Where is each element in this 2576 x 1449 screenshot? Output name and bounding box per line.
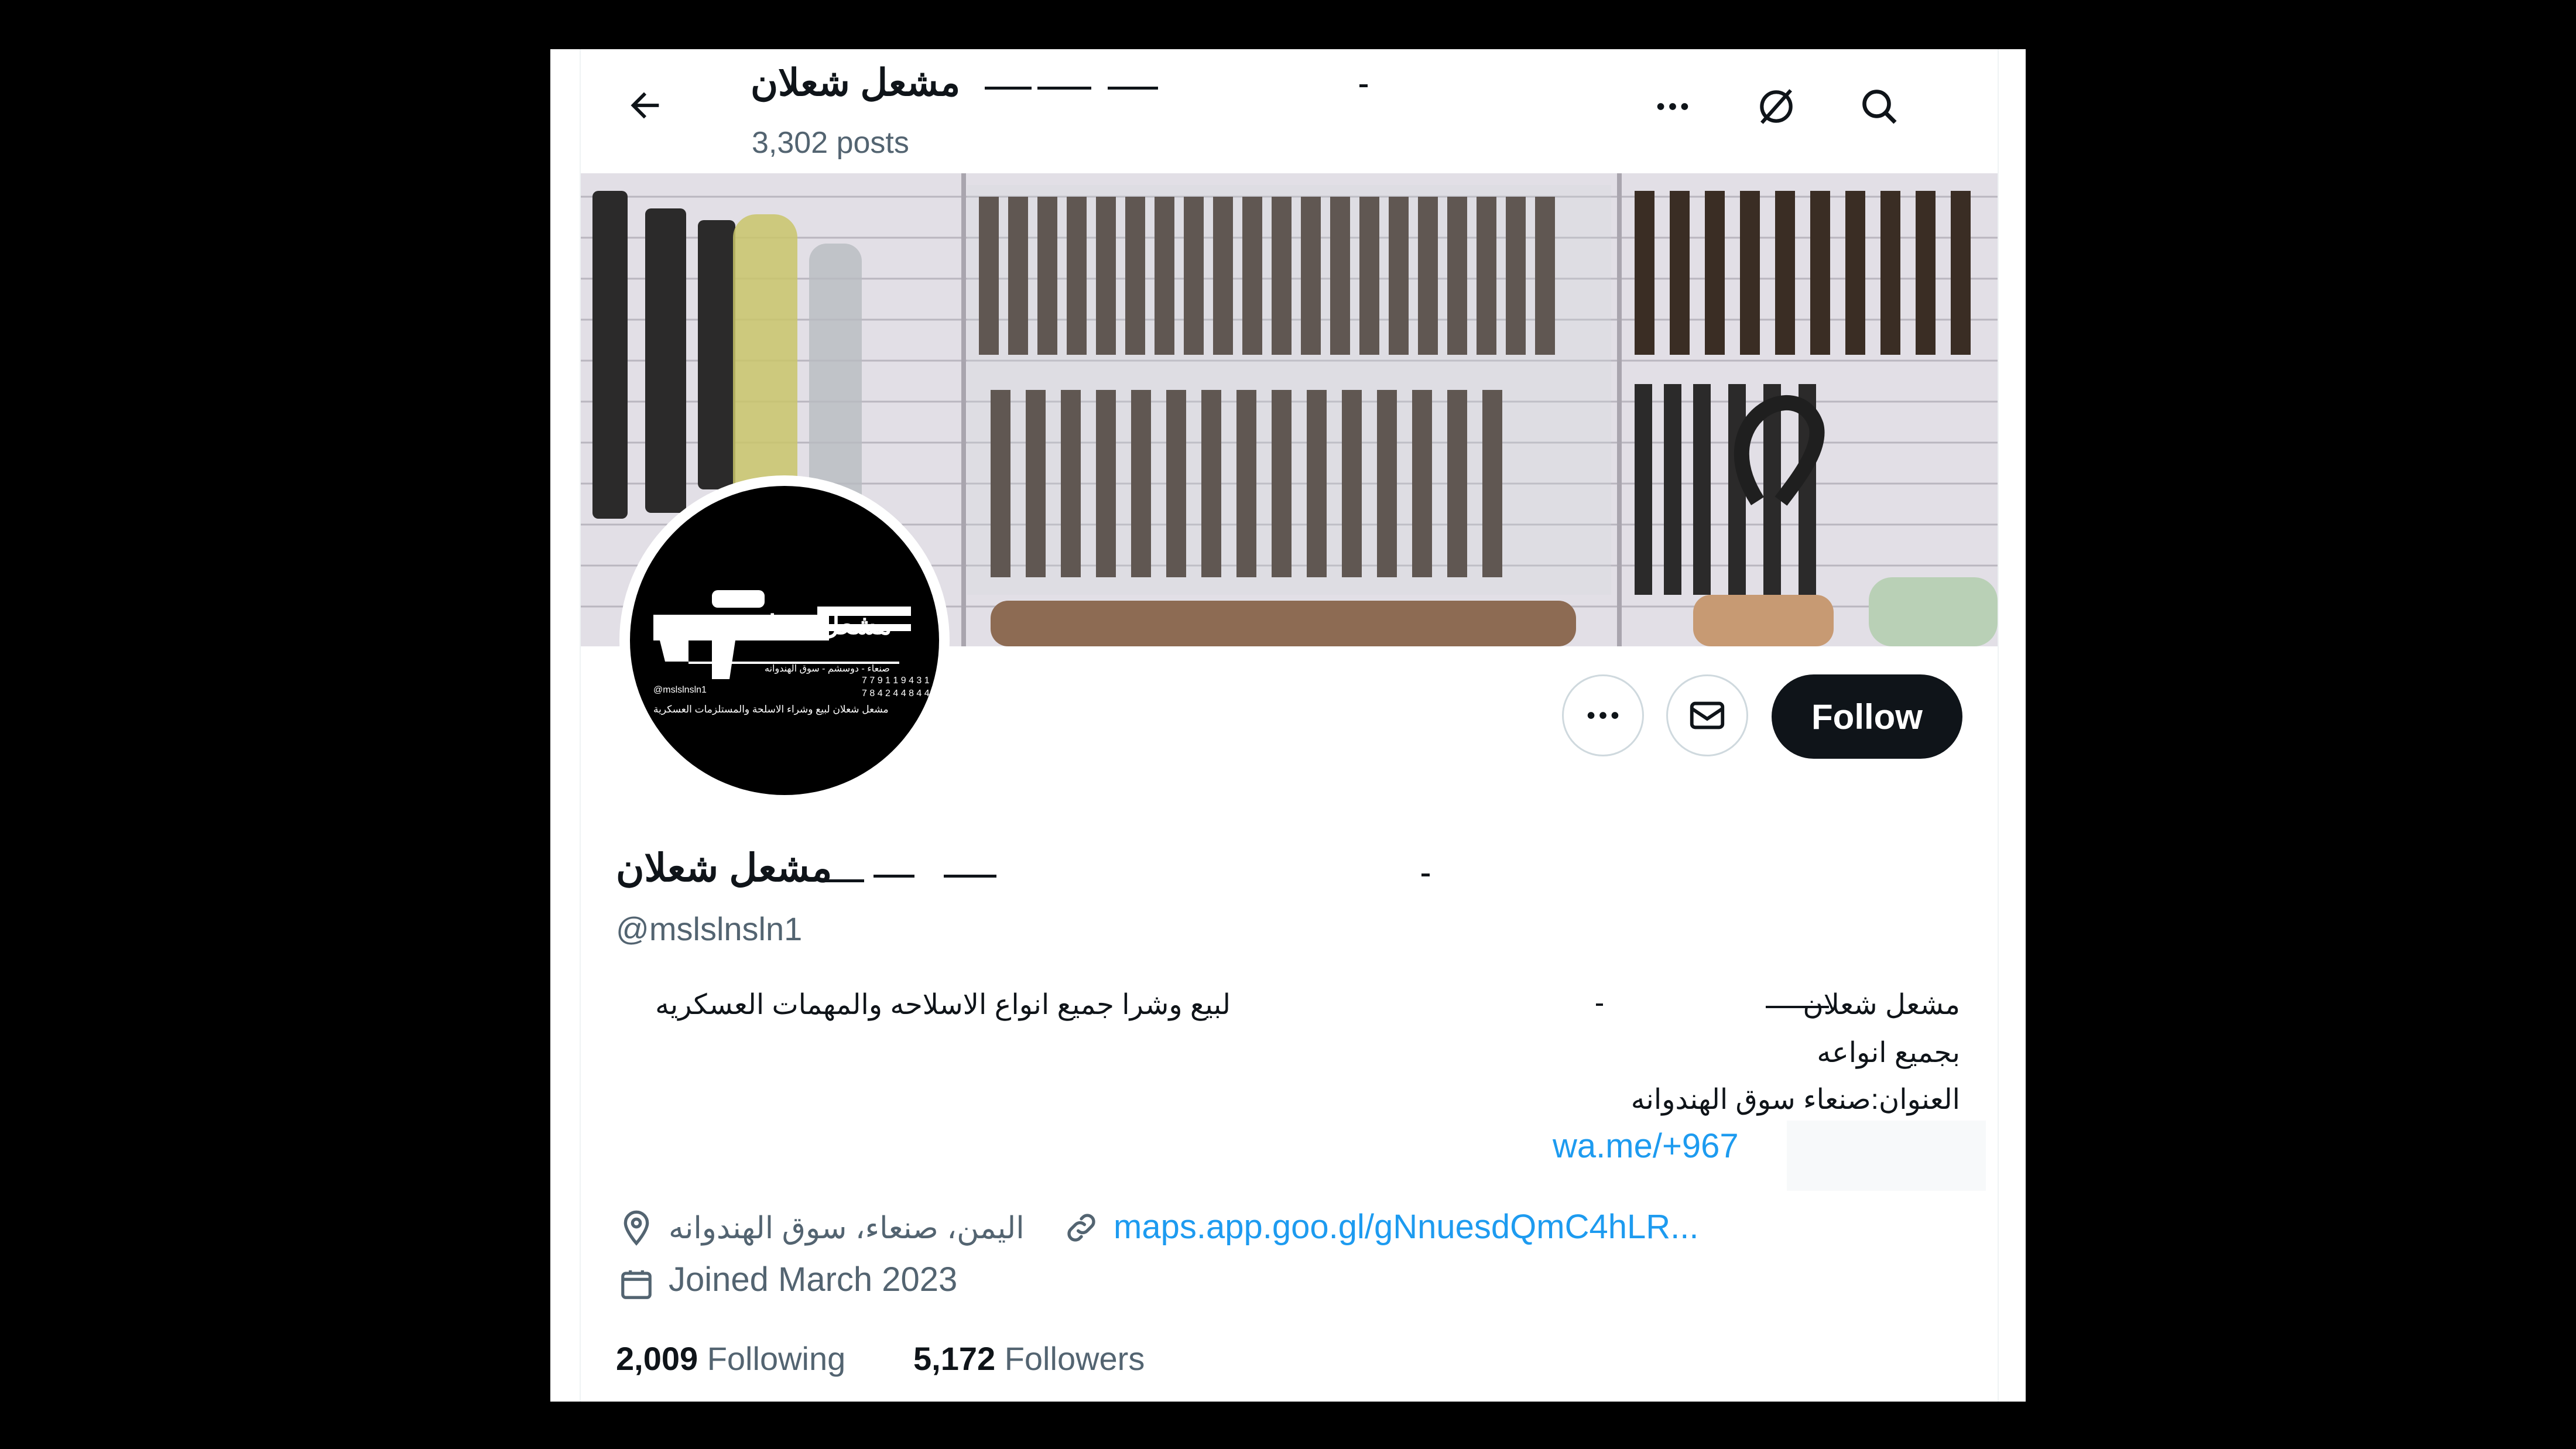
bio-line-3: بجميع انواعه <box>1817 1037 1960 1068</box>
grok-button[interactable] <box>1747 77 1806 136</box>
logo-tagline: مشعل شعلان لبيع وشراء الاسلحة والمستلزما… <box>653 704 889 715</box>
name-decoration <box>1037 87 1091 90</box>
more-options-button[interactable] <box>1643 77 1702 136</box>
display-name-text: مشعل شعلان <box>616 846 833 889</box>
profile-location: اليمن، صنعاء، سوق الهندوانه <box>669 1211 1025 1245</box>
name-decoration <box>1421 873 1430 876</box>
logo-handle: @mslslnsln1 <box>653 685 707 695</box>
bio-line-2: لبيع وشرا جميع انواع الاسلاحه والمهمات ا… <box>655 989 1231 1020</box>
more-actions-button[interactable] <box>1562 674 1644 756</box>
name-decoration <box>1359 84 1368 87</box>
ellipsis-icon <box>1587 712 1619 719</box>
followers-stat[interactable]: 5,172 Followers <box>913 1340 1145 1378</box>
header-title: مشعل شعلان <box>751 61 960 105</box>
name-decoration <box>873 875 914 878</box>
profile-website-link[interactable]: maps.app.goo.gl/gNnuesdQmC4hLR... <box>1114 1207 1698 1246</box>
logo-address: صنعاء - دوسشم - سوق الهندوانه <box>765 664 890 674</box>
following-stat[interactable]: 2,009 Following <box>616 1340 845 1378</box>
profile-joined-date: Joined March 2023 <box>669 1260 958 1299</box>
grok-icon <box>1760 89 1793 124</box>
screenshot-frame: مشعل شعلان 3,302 posts مشعل شعلان 7 7 9 … <box>550 49 2026 1402</box>
bio-decoration <box>1596 1003 1603 1006</box>
followers-count: 5,172 <box>913 1340 996 1377</box>
redaction-patch <box>1787 1121 1986 1191</box>
ellipsis-icon <box>1657 103 1688 110</box>
posts-count: 3,302 posts <box>752 126 909 160</box>
bio-decoration <box>1766 1006 1829 1008</box>
avatar-logo: مشعل شعلان 7 7 9 1 1 9 4 3 1 7 8 4 2 4 4… <box>630 486 939 795</box>
logo-name: مشعل شعلان <box>741 609 892 640</box>
rifle-logo-icon <box>653 590 911 679</box>
bio-whatsapp-link[interactable]: wa.me/+967 <box>1553 1126 1739 1166</box>
profile-handle: @mslslnsln1 <box>616 910 803 947</box>
name-decoration <box>985 87 1032 90</box>
logo-numbers-1: 7 7 9 1 1 9 4 3 1 <box>862 676 930 686</box>
envelope-icon <box>1690 701 1725 729</box>
link-icon <box>1061 1207 1102 1248</box>
logo-numbers-2: 7 8 4 2 4 4 8 4 4 <box>862 688 930 698</box>
bio-line-4: العنوان:صنعاء سوق الهندوانه <box>1630 1084 1960 1115</box>
following-label: Following <box>707 1340 846 1377</box>
name-decoration <box>944 875 996 878</box>
followers-label: Followers <box>1004 1340 1145 1377</box>
calendar-icon <box>616 1263 657 1304</box>
profile-header: مشعل شعلان 3,302 posts <box>581 49 1998 172</box>
search-button[interactable] <box>1850 77 1909 136</box>
location-icon <box>616 1207 657 1248</box>
bio-line-1: مشعل شعلان <box>1803 989 1960 1020</box>
name-decoration <box>820 879 864 882</box>
profile-avatar[interactable]: مشعل شعلان 7 7 9 1 1 9 4 3 1 7 8 4 2 4 4… <box>619 475 950 806</box>
arrow-left-icon <box>631 92 659 119</box>
profile-column: مشعل شعلان 3,302 posts مشعل شعلان 7 7 9 … <box>580 49 1999 1402</box>
name-decoration <box>1108 87 1158 90</box>
following-count: 2,009 <box>616 1340 698 1377</box>
message-button[interactable] <box>1666 674 1748 756</box>
search-icon <box>1862 90 1897 124</box>
profile-display-name: مشعل شعلان <box>616 845 832 890</box>
follow-button[interactable]: Follow <box>1772 674 1962 759</box>
header-title-text: مشعل شعلان <box>751 61 961 104</box>
back-button[interactable] <box>616 76 674 135</box>
